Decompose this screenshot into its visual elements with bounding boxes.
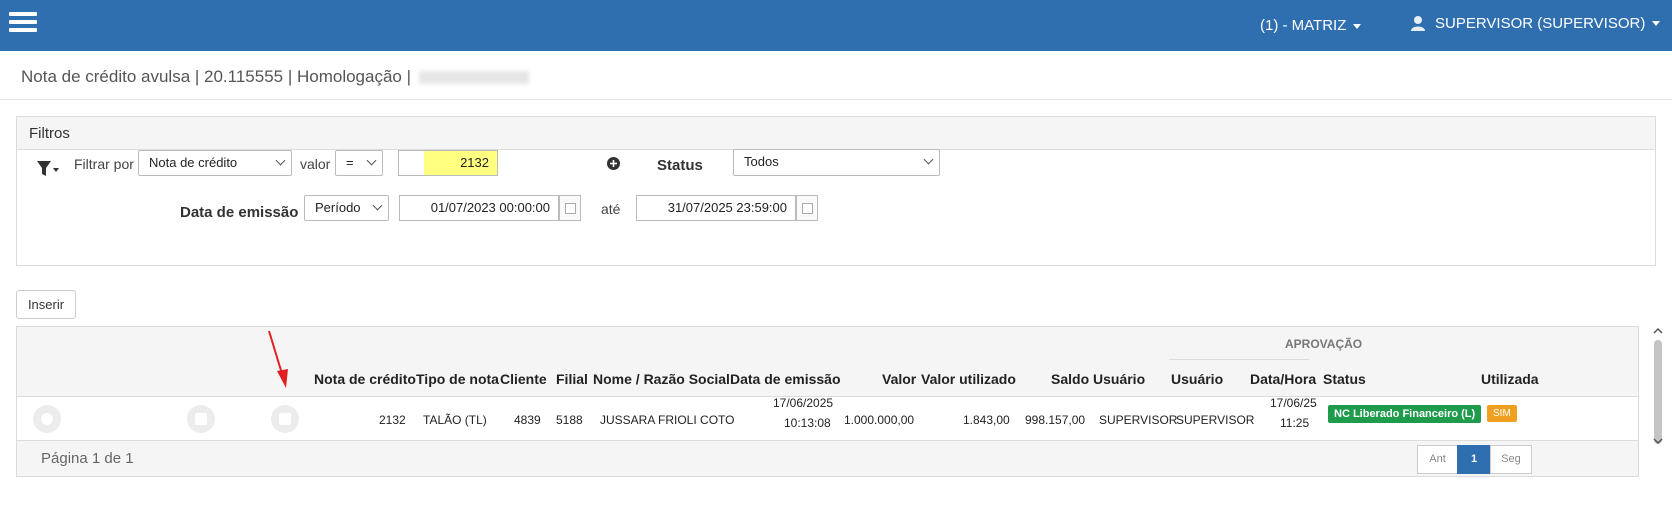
col-header-aprov-data-hora[interactable]: Data/Hora xyxy=(1250,371,1316,387)
cell-usuario: SUPERVISOR xyxy=(1099,413,1178,427)
filters-panel: Filtros Filtrar por Nota de crédito valo… xyxy=(16,116,1656,266)
filter-icon[interactable] xyxy=(36,159,60,179)
filter-by-label: Filtrar por xyxy=(74,156,134,172)
filter-value: 2132 xyxy=(460,155,489,170)
chevron-down-icon xyxy=(275,155,286,166)
status-select[interactable]: Todos xyxy=(733,149,940,176)
top-navbar: (1) - MATRIZ SUPERVISOR (SUPERVISOR) xyxy=(0,0,1672,51)
document-icon[interactable] xyxy=(187,405,215,433)
cell-data-emissao-date: 17/06/2025 xyxy=(773,396,834,410)
cell-nome: JUSSARA FRIOLI COTO xyxy=(600,413,735,427)
col-header-valor-utilizado[interactable]: Valor utilizado xyxy=(921,371,1016,387)
period-select[interactable]: Período xyxy=(304,195,389,221)
prev-page-button[interactable]: Ant xyxy=(1417,445,1458,474)
cell-aprov-date: 17/06/25 xyxy=(1270,396,1317,410)
user-label: SUPERVISOR (SUPERVISOR) xyxy=(1435,15,1646,32)
chevron-down-icon xyxy=(366,155,377,166)
scrollbar-arrows xyxy=(1653,327,1663,445)
cell-cliente: 4839 xyxy=(514,413,541,427)
cell-saldo: 998.157,00 xyxy=(1025,413,1086,427)
user-menu[interactable]: SUPERVISOR (SUPERVISOR) xyxy=(1410,15,1661,32)
branch-label: (1) - MATRIZ xyxy=(1260,17,1347,34)
valor-label: valor xyxy=(300,156,331,172)
add-filter-icon[interactable] xyxy=(607,157,620,170)
col-header-aprov-usuario[interactable]: Usuário xyxy=(1171,371,1223,387)
caret-down-icon xyxy=(1652,21,1661,26)
list-icon[interactable] xyxy=(271,405,299,433)
next-page-button[interactable]: Seg xyxy=(1490,445,1532,474)
redacted-text xyxy=(419,71,530,85)
calendar-icon[interactable] xyxy=(796,195,818,221)
chevron-down-icon xyxy=(923,154,934,165)
col-header-valor[interactable]: Valor xyxy=(882,371,916,387)
divider xyxy=(0,99,1672,100)
vertical-scrollbar[interactable] xyxy=(1650,326,1666,476)
insert-button[interactable]: Inserir xyxy=(16,290,76,319)
col-header-nome[interactable]: Nome / Razão Social xyxy=(593,371,730,387)
col-header-tipo[interactable]: Tipo de nota xyxy=(416,371,499,387)
menu-icon[interactable] xyxy=(9,12,37,34)
period-value: Período xyxy=(315,200,361,215)
approval-group-header: APROVAÇÃO xyxy=(1285,337,1363,351)
cell-aprov-time: 11:25 xyxy=(1280,416,1310,430)
operator-value: = xyxy=(346,155,354,170)
branch-selector[interactable]: (1) - MATRIZ xyxy=(1260,17,1362,34)
status-badge: NC Liberado Financeiro (L) xyxy=(1328,405,1482,423)
results-grid: APROVAÇÃO Nota de crédito Tipo de nota C… xyxy=(16,326,1639,477)
status-label: Status xyxy=(657,157,703,174)
col-header-data-emissao[interactable]: Data de emissão xyxy=(730,371,841,387)
chevron-down-icon xyxy=(372,200,383,211)
pagination-bar: Página 1 de 1 Ant 1 Seg xyxy=(17,440,1638,476)
operator-select[interactable]: = xyxy=(335,150,383,176)
filter-by-select[interactable]: Nota de crédito xyxy=(138,150,292,176)
col-header-saldo[interactable]: Saldo xyxy=(1051,371,1089,387)
col-header-cliente[interactable]: Cliente xyxy=(500,371,547,387)
ate-label: até xyxy=(601,201,621,217)
current-page-button[interactable]: 1 xyxy=(1457,445,1491,474)
filters-title: Filtros xyxy=(17,117,1655,150)
red-arrow-annotation xyxy=(268,330,288,388)
page-info: Página 1 de 1 xyxy=(41,450,134,467)
emission-date-label: Data de emissão xyxy=(180,204,299,221)
cell-valor: 1.000.000,00 xyxy=(844,413,915,427)
used-badge: SIM xyxy=(1487,405,1517,422)
col-header-utilizada[interactable]: Utilizada xyxy=(1481,371,1539,387)
cell-nota: 2132 xyxy=(379,413,406,427)
calendar-icon[interactable] xyxy=(559,195,581,221)
caret-down-icon xyxy=(1353,23,1362,29)
user-icon xyxy=(1411,16,1425,31)
col-header-usuario[interactable]: Usuário xyxy=(1093,371,1145,387)
cell-data-emissao-time: 10:13:08 xyxy=(784,416,831,430)
cell-valor-utilizado: 1.843,00 xyxy=(963,413,1010,427)
col-header-nota[interactable]: Nota de crédito xyxy=(314,371,416,387)
divider xyxy=(1169,359,1309,360)
col-header-status[interactable]: Status xyxy=(1323,371,1366,387)
col-header-filial[interactable]: Filial xyxy=(556,371,588,387)
filter-value-input[interactable]: 2132 xyxy=(398,150,498,176)
date-to-input[interactable]: 31/07/2025 23:59:00 xyxy=(636,195,796,221)
breadcrumb: Nota de crédito avulsa | 20.115555 | Hom… xyxy=(21,67,530,87)
date-to-value: 31/07/2025 23:59:00 xyxy=(667,200,787,215)
cell-aprov-usuario: SUPERVISOR xyxy=(1176,413,1255,427)
date-from-value: 01/07/2023 00:00:00 xyxy=(430,200,550,215)
date-from-input[interactable]: 01/07/2023 00:00:00 xyxy=(399,195,559,221)
filter-by-value: Nota de crédito xyxy=(149,155,238,170)
status-value: Todos xyxy=(744,154,779,169)
page-title: Nota de crédito avulsa | 20.115555 | Hom… xyxy=(21,67,412,86)
cell-filial: 5188 xyxy=(556,413,583,427)
view-icon[interactable] xyxy=(33,405,61,433)
cell-tipo: TALÃO (TL) xyxy=(423,413,487,427)
